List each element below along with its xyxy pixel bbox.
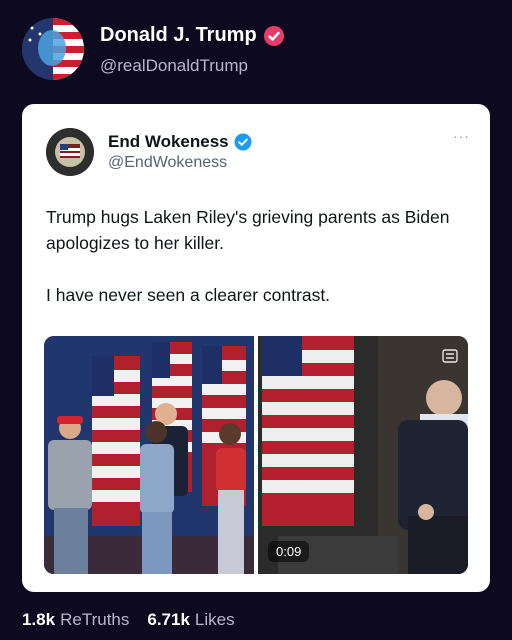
video-biden-interview[interactable]: 0:09 (258, 336, 468, 574)
quoted-author-name[interactable]: End Wokeness (108, 132, 252, 152)
quoted-post-card[interactable]: End Wokeness @EndWokeness ··· Trump hugs… (22, 104, 490, 592)
author-handle[interactable]: @realDonaldTrump (100, 56, 248, 76)
flag-face-avatar-icon (22, 18, 84, 80)
author-name[interactable]: Donald J. Trump (100, 24, 285, 47)
more-options-icon[interactable]: ··· (453, 128, 470, 144)
retruths-label: ReTruths (60, 610, 130, 629)
photo-illustration (44, 336, 254, 574)
quoted-text-line-2: I have never seen a clearer contrast. (46, 285, 331, 305)
photo-trump-hugging-family[interactable] (44, 336, 254, 574)
quoted-author-handle[interactable]: @EndWokeness (108, 154, 227, 172)
post-stats: 1.8k ReTruths 6.71k Likes (22, 610, 235, 630)
quoted-text-line-1: Trump hugs Laken Riley's grieving parent… (46, 207, 450, 253)
video-thumbnail-illustration (258, 336, 468, 574)
quoted-author-name-text: End Wokeness (108, 132, 229, 151)
verified-badge-icon (263, 25, 284, 46)
author-avatar[interactable] (22, 18, 84, 80)
retruths-count: 1.8k (22, 610, 56, 629)
retruths-stat[interactable]: 1.8k ReTruths (22, 610, 129, 630)
post-header: Donald J. Trump @realDonaldTrump (22, 18, 492, 82)
likes-count: 6.71k (147, 610, 190, 629)
quoted-post-text: Trump hugs Laken Riley's grieving parent… (46, 204, 466, 308)
verified-check-icon (234, 133, 252, 151)
author-name-text: Donald J. Trump (100, 24, 257, 46)
media-options-icon[interactable] (442, 348, 458, 364)
likes-label: Likes (194, 610, 235, 629)
video-duration-badge: 0:09 (268, 541, 310, 562)
badge-avatar-icon (46, 128, 94, 176)
quoted-author-avatar[interactable] (46, 128, 94, 176)
likes-stat[interactable]: 6.71k Likes (147, 610, 234, 630)
